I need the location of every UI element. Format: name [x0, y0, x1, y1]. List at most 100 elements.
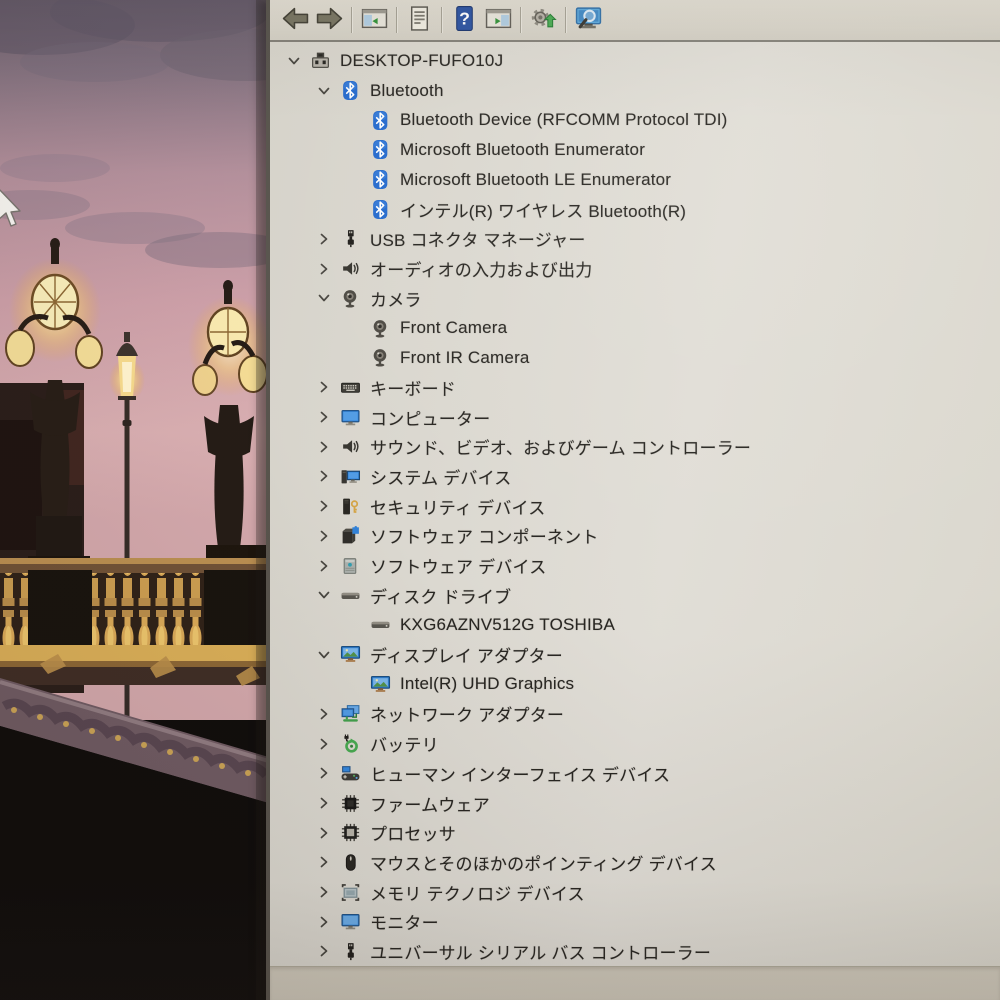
tree-item-label: Bluetooth Device (RFCOMM Protocol TDI)	[400, 110, 728, 130]
tree-item[interactable]: バッテリ	[270, 729, 1000, 759]
tree-item[interactable]: DESKTOP-FUFO10J	[270, 46, 1000, 76]
chevron-right-icon[interactable]	[314, 469, 334, 484]
tree-item[interactable]: ソフトウェア コンポーネント	[270, 521, 1000, 551]
device-manager-window: ? DESKTOP-FUFO10J Bluetooth Bluetooth Devi…	[266, 0, 1000, 1000]
chevron-right-icon[interactable]	[314, 855, 334, 870]
tree-item[interactable]: KXG6AZNV512G TOSHIBA	[270, 610, 1000, 640]
tree-item[interactable]: インテル(R) ワイヤレス Bluetooth(R)	[270, 194, 1000, 224]
tree-item-label: コンピューター	[370, 409, 491, 429]
tree-item[interactable]: Microsoft Bluetooth LE Enumerator	[270, 165, 1000, 195]
disk-icon	[339, 585, 361, 606]
tree-item[interactable]: マウスとそのほかのポインティング デバイス	[270, 848, 1000, 878]
show-action-pane-button[interactable]	[481, 4, 515, 36]
tree-item[interactable]: カメラ	[270, 284, 1000, 314]
tree-item[interactable]: モニター	[270, 907, 1000, 937]
tree-item[interactable]: Front Camera	[270, 313, 1000, 343]
chevron-down-icon[interactable]	[314, 83, 334, 98]
tree-item[interactable]: Bluetooth Device (RFCOMM Protocol TDI)	[270, 105, 1000, 135]
display-icon	[339, 644, 361, 665]
tree-item[interactable]: ユニバーサル シリアル バス コントローラー	[270, 937, 1000, 967]
chevron-right-icon[interactable]	[314, 736, 334, 751]
monitor2-icon	[339, 911, 361, 932]
tree-item[interactable]: Intel(R) UHD Graphics	[270, 669, 1000, 699]
tree-item[interactable]: キーボード	[270, 373, 1000, 403]
tree-item[interactable]: オーディオの入力および出力	[270, 254, 1000, 284]
chevron-right-icon[interactable]	[314, 439, 334, 454]
tree-item-label: モニター	[370, 914, 439, 934]
tree-item[interactable]: ソフトウェア デバイス	[270, 551, 1000, 581]
help-button[interactable]: ?	[447, 4, 481, 36]
scan-hardware-changes-button[interactable]	[571, 4, 605, 36]
desktop-wallpaper	[0, 0, 272, 1000]
chevron-right-icon[interactable]	[314, 528, 334, 543]
chevron-right-icon[interactable]	[314, 558, 334, 573]
properties-button[interactable]	[402, 4, 436, 36]
tree-item[interactable]: Front IR Camera	[270, 343, 1000, 373]
tree-item-label: ネットワーク アダプター	[370, 706, 565, 726]
chevron-right-icon[interactable]	[314, 380, 334, 395]
chevron-right-icon[interactable]	[314, 766, 334, 781]
tree-item-label: ソフトウェア コンポーネント	[370, 528, 599, 548]
chevron-right-icon[interactable]	[314, 499, 334, 514]
tree-item[interactable]: ヒューマン インターフェイス デバイス	[270, 759, 1000, 789]
arrow-left-icon	[282, 5, 309, 35]
tree-item[interactable]: ディスク ドライブ	[270, 580, 1000, 610]
tree-item[interactable]: ネットワーク アダプター	[270, 699, 1000, 729]
update-driver-button[interactable]	[526, 4, 560, 36]
toolbar-separator	[520, 7, 521, 33]
tree-item[interactable]: メモリ テクノロジ デバイス	[270, 877, 1000, 907]
tree-item-label: ディスク ドライブ	[370, 587, 512, 607]
tree-item-label: Microsoft Bluetooth Enumerator	[400, 139, 646, 159]
chevron-right-icon[interactable]	[314, 825, 334, 840]
tree-item[interactable]: USB コネクタ マネージャー	[270, 224, 1000, 254]
toolbar-separator	[441, 7, 442, 33]
bluetooth-icon	[369, 139, 391, 160]
chevron-down-icon[interactable]	[314, 291, 334, 306]
usb-icon	[339, 228, 361, 249]
tree-item-label: ソフトウェア デバイス	[370, 558, 547, 578]
chevron-right-icon[interactable]	[314, 914, 334, 929]
update-driver-icon	[530, 5, 557, 35]
chevron-right-icon[interactable]	[314, 231, 334, 246]
toolbar-separator	[565, 7, 566, 33]
tree-item[interactable]: システム デバイス	[270, 462, 1000, 492]
chevron-down-icon[interactable]	[314, 647, 334, 662]
chevron-right-icon[interactable]	[314, 410, 334, 425]
bluetooth-icon	[339, 80, 361, 101]
tree-item[interactable]: Microsoft Bluetooth Enumerator	[270, 135, 1000, 165]
memory-icon	[339, 882, 361, 903]
mouse-icon	[339, 852, 361, 873]
disk-icon	[369, 614, 391, 635]
tree-item[interactable]: Bluetooth	[270, 76, 1000, 106]
toolbar-separator	[396, 7, 397, 33]
chevron-right-icon[interactable]	[314, 796, 334, 811]
chevron-right-icon[interactable]	[314, 944, 334, 959]
tree-item-label: システム デバイス	[370, 468, 512, 488]
chevron-right-icon[interactable]	[314, 706, 334, 721]
tree-item[interactable]: ディスプレイ アダプター	[270, 640, 1000, 670]
tree-item-label: プロセッサ	[370, 825, 456, 845]
show-console-tree-button[interactable]	[357, 4, 391, 36]
forward-button[interactable]	[312, 4, 346, 36]
tree-item-label: KXG6AZNV512G TOSHIBA	[400, 614, 616, 634]
tree-item[interactable]: ファームウェア	[270, 788, 1000, 818]
chevron-down-icon[interactable]	[314, 588, 334, 603]
tree-item[interactable]: コンピューター	[270, 402, 1000, 432]
back-button[interactable]	[278, 4, 312, 36]
tree-item-label: Front Camera	[400, 318, 508, 338]
tree-item-label: マウスとそのほかのポインティング デバイス	[370, 854, 717, 874]
tree-item[interactable]: セキュリティ デバイス	[270, 491, 1000, 521]
tree-item-label: ユニバーサル シリアル バス コントローラー	[370, 943, 712, 963]
chevron-down-icon[interactable]	[284, 53, 304, 68]
chevron-right-icon[interactable]	[314, 261, 334, 276]
chevron-right-icon[interactable]	[314, 885, 334, 900]
tree-item-label: USB コネクタ マネージャー	[370, 231, 586, 251]
system-icon	[339, 466, 361, 487]
console-tree-icon	[361, 5, 388, 35]
speaker-icon	[339, 436, 361, 457]
tree-item-label: カメラ	[370, 290, 422, 310]
tree-item[interactable]: サウンド、ビデオ、およびゲーム コントローラー	[270, 432, 1000, 462]
tree-item[interactable]: プロセッサ	[270, 818, 1000, 848]
